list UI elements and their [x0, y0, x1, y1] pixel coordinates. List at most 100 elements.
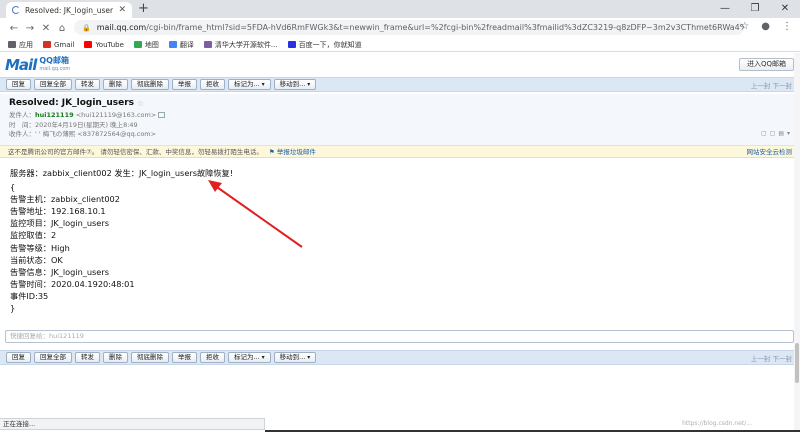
- body-line: }: [10, 303, 16, 314]
- bookmark-label: 地图: [144, 40, 159, 49]
- subject-text: Resolved: JK_login_users: [9, 98, 134, 108]
- close-window-icon[interactable]: ✕: [770, 0, 800, 18]
- close-tab-icon[interactable]: ✕: [118, 5, 126, 15]
- reply-all-button[interactable]: 回复全部: [34, 79, 72, 90]
- bookmark-translate[interactable]: 翻译: [168, 40, 194, 50]
- to-label: 收件人：: [9, 130, 35, 138]
- mail-subject-block: Resolved: JK_login_users ☆ 发件人：hui121119…: [0, 94, 800, 146]
- view-icon[interactable]: ▢: [761, 130, 767, 137]
- enter-qqmail-button[interactable]: 进入QQ邮箱: [738, 58, 794, 71]
- bookmark-baidu[interactable]: 百度一下，你就知道: [287, 40, 362, 50]
- tab-open-icon[interactable]: ▢: [770, 130, 776, 137]
- mail-subject: Resolved: JK_login_users ☆: [9, 98, 791, 108]
- maps-icon: [133, 41, 142, 48]
- mail-meta: 发件人：hui121119 <hui121119@163.com> 时 间：20…: [9, 111, 791, 140]
- sender-name[interactable]: hui121119: [35, 111, 74, 119]
- to-row: 收件人：' ' 梅飞の薄熙 <837872564@qq.com>: [9, 130, 791, 140]
- url-host: mail.qq.com: [96, 23, 147, 32]
- from-row: 发件人：hui121119 <hui121119@163.com>: [9, 111, 791, 121]
- page-scrollbar[interactable]: [794, 53, 800, 432]
- report-spam-link[interactable]: ⚑ 举报垃圾邮件: [269, 148, 316, 156]
- print-icon[interactable]: ▤: [778, 130, 784, 137]
- reload-icon[interactable]: ✕: [38, 23, 54, 34]
- reply-button[interactable]: 回复: [6, 79, 31, 90]
- reject-button[interactable]: 拒收: [200, 79, 225, 90]
- bookmark-youtube[interactable]: YouTube: [84, 40, 124, 49]
- subject-tool-icons: ▢ ▢ ▤ ▾: [761, 130, 790, 137]
- bookmark-label: YouTube: [95, 40, 124, 49]
- bookmark-label: 翻译: [179, 40, 194, 49]
- profile-icon[interactable]: ●: [761, 21, 770, 32]
- new-tab-icon[interactable]: +: [138, 1, 149, 16]
- forward-button[interactable]: 转发: [75, 352, 100, 363]
- star-mail-icon[interactable]: ☆: [137, 99, 144, 108]
- bookmark-maps[interactable]: 地图: [133, 40, 159, 50]
- security-check-link[interactable]: 网站安全云检测: [747, 146, 793, 158]
- mail-toolbar-top: 回复 回复全部 转发 删除 彻底删除 举报 拒收 标记为... 移动到... 上…: [0, 77, 800, 92]
- bookmark-tsinghua[interactable]: 清华大学开源软件...: [203, 40, 278, 50]
- maximize-icon[interactable]: ❐: [740, 0, 770, 18]
- permanent-delete-button[interactable]: 彻底删除: [131, 352, 169, 363]
- bookmark-label: 百度一下，你就知道: [298, 40, 362, 49]
- logo-domain: mail.qq.com: [39, 66, 71, 72]
- report-button[interactable]: 举报: [172, 79, 197, 90]
- bookmark-gmail[interactable]: Gmail: [43, 41, 74, 49]
- minimize-icon[interactable]: —: [710, 0, 740, 18]
- browser-navbar: ← → ✕ ⌂ 🔒 mail.qq.com/cgi-bin/frame_html…: [0, 18, 800, 38]
- forward-icon[interactable]: →: [22, 23, 38, 34]
- apps-grid-icon: [8, 41, 16, 48]
- scrollbar-thumb[interactable]: [795, 343, 799, 383]
- delete-button[interactable]: 删除: [103, 79, 128, 90]
- youtube-icon: [84, 41, 93, 48]
- status-bar: 正在连接...: [0, 418, 265, 430]
- forward-button[interactable]: 转发: [75, 79, 100, 90]
- move-to-dropdown[interactable]: 移动到...: [273, 79, 317, 90]
- contact-card-icon[interactable]: [158, 112, 166, 118]
- reply-button[interactable]: 回复: [6, 352, 31, 363]
- body-line: 当前状态：OK: [10, 254, 63, 265]
- baidu-icon: [287, 41, 296, 48]
- time-row: 时 间：2020年4月19日(星期天) 晚上8:49: [9, 121, 791, 131]
- permanent-delete-button[interactable]: 彻底删除: [131, 79, 169, 90]
- tab-title: Resolved: JK_login_users - QQ: [25, 5, 114, 15]
- sender-address: <hui121119@163.com>: [75, 111, 157, 119]
- star-icon[interactable]: ☆: [740, 21, 749, 32]
- pager-links[interactable]: 上一封 下一封: [751, 353, 792, 363]
- mark-as-dropdown[interactable]: 标记为...: [228, 79, 271, 90]
- move-to-dropdown[interactable]: 移动到...: [273, 352, 317, 363]
- watermark: https://blog.csdn.net/...: [682, 420, 752, 427]
- loading-icon: [12, 6, 20, 14]
- bookmark-apps[interactable]: 应用: [8, 40, 33, 50]
- time-label: 时 间：: [9, 120, 35, 129]
- mark-as-dropdown[interactable]: 标记为...: [228, 352, 271, 363]
- report-button[interactable]: 举报: [172, 352, 197, 363]
- nav-right-icons: ☆ ● ⋮: [740, 21, 792, 32]
- browser-tab[interactable]: Resolved: JK_login_users - QQ ✕: [6, 2, 132, 18]
- report-spam-label: 举报垃圾邮件: [276, 148, 316, 156]
- body-line: 告警时间：2020.04.1920:48:01: [10, 278, 135, 289]
- from-label: 发件人：: [9, 111, 35, 119]
- expand-icon[interactable]: ▾: [787, 130, 790, 137]
- window-controls: — ❐ ✕: [710, 0, 800, 18]
- delete-button[interactable]: 删除: [103, 352, 128, 363]
- bookmark-label: 清华大学开源软件...: [214, 40, 278, 49]
- recipient: ' ' 梅飞の薄熙 <837872564@qq.com>: [35, 130, 157, 138]
- back-icon[interactable]: ←: [6, 23, 22, 34]
- body-line: 事件ID:35: [10, 290, 49, 301]
- mail-toolbar-bottom: 回复 回复全部 转发 删除 彻底删除 举报 拒收 标记为... 移动到... 上…: [0, 350, 800, 365]
- url-path: /cgi-bin/frame_html?sid=5FDA-hVd6RmFWGk3…: [146, 23, 744, 32]
- lock-icon[interactable]: 🔒: [82, 24, 91, 32]
- pager-links[interactable]: 上一封 下一封: [751, 80, 792, 90]
- gmail-icon: [43, 41, 51, 48]
- menu-icon[interactable]: ⋮: [782, 21, 792, 32]
- reject-button[interactable]: 拒收: [200, 352, 225, 363]
- reply-all-button[interactable]: 回复全部: [34, 352, 72, 363]
- url-text: mail.qq.com/cgi-bin/frame_html?sid=5FDA-…: [97, 23, 744, 32]
- bookmark-label: Gmail: [54, 40, 75, 49]
- security-warning: 这不是腾讯公司的官方邮件⑦。 请勿轻信密保、汇款、中奖信息，勿轻易拨打陌生电话。…: [0, 146, 800, 158]
- home-icon[interactable]: ⌂: [54, 23, 70, 34]
- address-bar[interactable]: 🔒 mail.qq.com/cgi-bin/frame_html?sid=5FD…: [74, 20, 744, 35]
- quick-reply-input[interactable]: 快捷回复给：hui121119: [5, 330, 794, 343]
- qqmail-logo[interactable]: Mail QQ邮箱 mail.qq.com: [5, 56, 70, 74]
- logo-main: Mail: [5, 56, 37, 74]
